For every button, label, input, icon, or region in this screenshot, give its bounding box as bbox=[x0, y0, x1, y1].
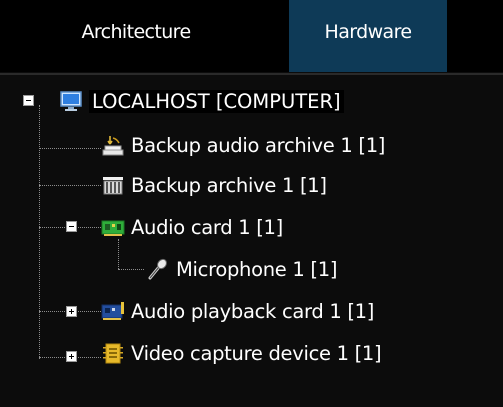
tree-line bbox=[39, 148, 101, 149]
tree-node-localhost[interactable]: LOCALHOST [COMPUTER] bbox=[59, 87, 344, 115]
tree-node-label: Video capture device 1 [1] bbox=[131, 341, 382, 365]
tree-node-microphone[interactable]: Microphone 1 [1] bbox=[146, 255, 337, 283]
audio-playback-card-icon bbox=[101, 299, 125, 323]
tab-hardware-label: Hardware bbox=[324, 21, 413, 43]
tree-node-backup-audio-archive[interactable]: Backup audio archive 1 [1] bbox=[101, 131, 385, 159]
tree-node-audio-playback-card[interactable]: Audio playback card 1 [1] bbox=[101, 297, 374, 325]
backup-audio-archive-icon bbox=[101, 133, 125, 157]
tab-hardware[interactable]: Hardware bbox=[289, 0, 447, 72]
tree-line bbox=[39, 105, 40, 359]
tree-line bbox=[118, 269, 144, 270]
microphone-icon bbox=[146, 257, 170, 281]
tree-node-label: Backup audio archive 1 [1] bbox=[131, 133, 386, 157]
tab-bar: Architecture Hardware bbox=[0, 0, 503, 72]
tree-node-video-capture-device[interactable]: Video capture device 1 [1] bbox=[101, 339, 382, 367]
tree-node-label: Microphone 1 [1] bbox=[176, 257, 338, 281]
device-tree: LOCALHOST [COMPUTER] Backup audio archiv… bbox=[0, 73, 503, 407]
tree-node-audio-card[interactable]: Audio card 1 [1] bbox=[101, 213, 283, 241]
tree-line bbox=[118, 239, 119, 269]
computer-icon bbox=[59, 89, 83, 113]
collapse-localhost-toggle[interactable] bbox=[23, 95, 34, 106]
expand-video-capture-device-toggle[interactable] bbox=[66, 351, 77, 362]
video-capture-device-icon bbox=[101, 341, 125, 365]
tab-architecture[interactable]: Architecture bbox=[0, 0, 272, 72]
hardware-tree-panel: Architecture Hardware LOCALHOST [COMPUTE… bbox=[0, 0, 503, 407]
tree-node-label: Audio card 1 [1] bbox=[131, 215, 283, 239]
tab-architecture-label: Architecture bbox=[81, 21, 191, 43]
tree-node-label: Audio playback card 1 [1] bbox=[131, 299, 375, 323]
collapse-audio-card-toggle[interactable] bbox=[66, 221, 77, 232]
audio-card-icon bbox=[101, 215, 125, 239]
tree-line bbox=[39, 185, 101, 186]
tree-node-label: LOCALHOST [COMPUTER] bbox=[89, 89, 344, 113]
backup-archive-icon bbox=[101, 173, 125, 197]
tree-node-label: Backup archive 1 [1] bbox=[131, 173, 327, 197]
expand-audio-playback-card-toggle[interactable] bbox=[66, 306, 77, 317]
tree-node-backup-archive[interactable]: Backup archive 1 [1] bbox=[101, 171, 327, 199]
